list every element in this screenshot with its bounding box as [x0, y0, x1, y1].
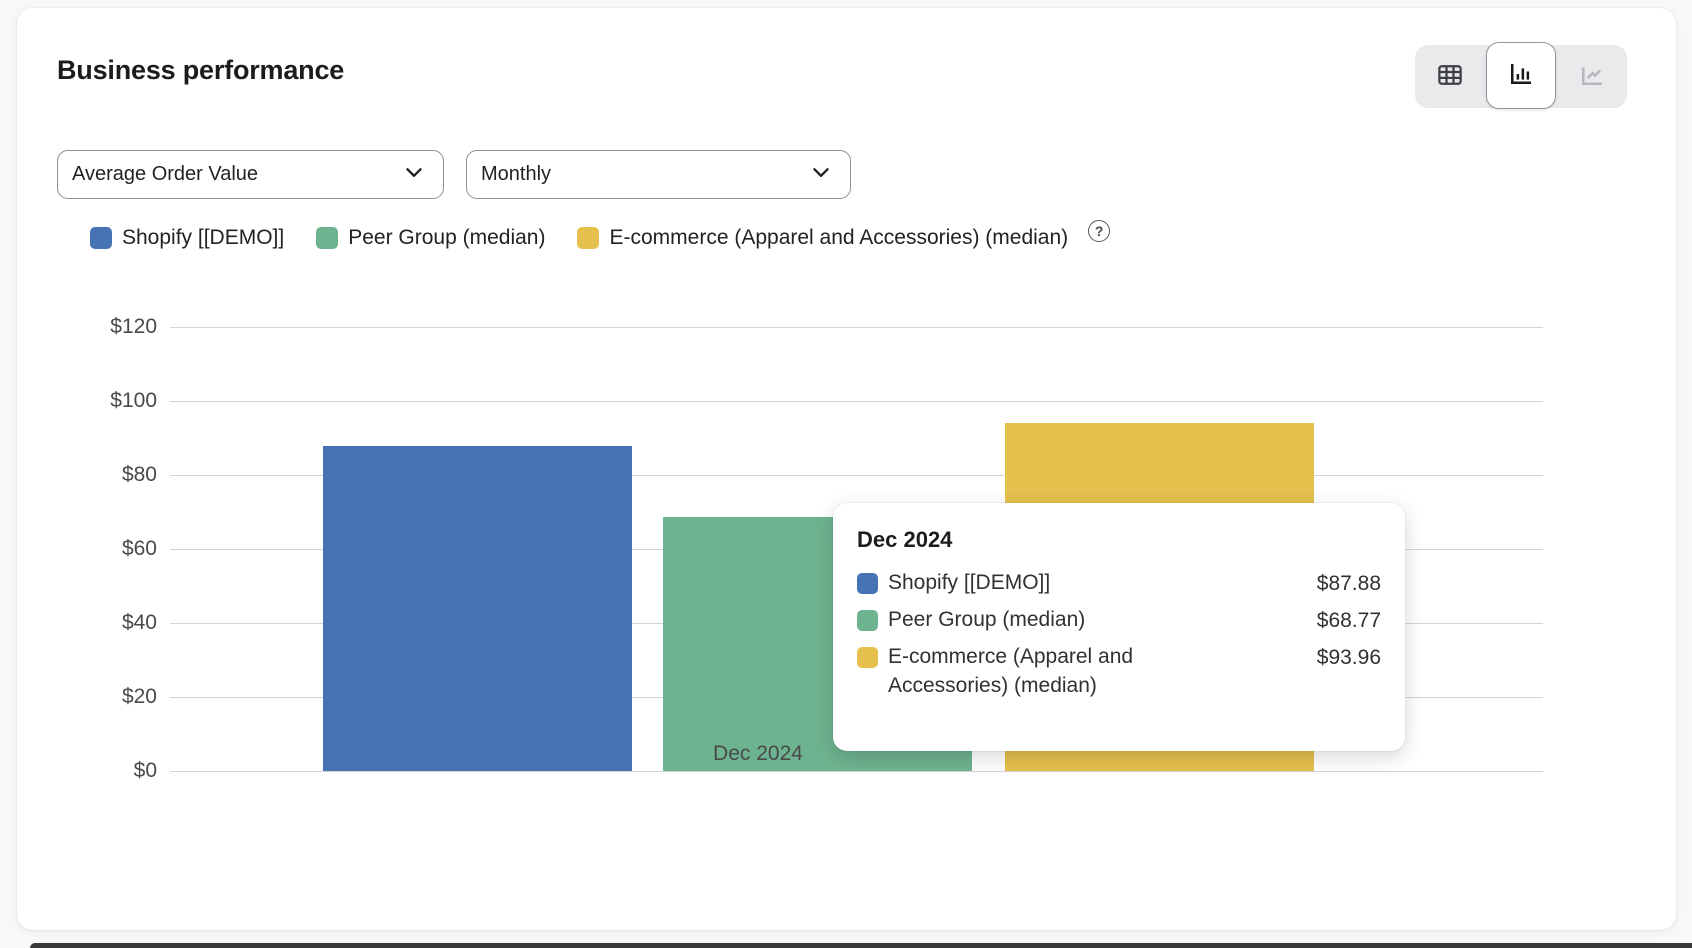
gridline: [170, 771, 1543, 772]
business-performance-card: Business performance: [17, 8, 1676, 930]
period-select-value: Monthly: [481, 163, 551, 186]
legend-swatch: [316, 227, 338, 249]
y-tick-label: $0: [134, 759, 157, 783]
y-tick-label: $120: [110, 315, 157, 339]
legend-swatch: [90, 227, 112, 249]
y-tick-label: $40: [122, 611, 157, 635]
y-tick-label: $80: [122, 463, 157, 487]
legend-label: Peer Group (median): [348, 226, 545, 250]
chart-tooltip: Dec 2024 Shopify [[DEMO]] $87.88 Peer Grou…: [833, 503, 1405, 751]
line-chart-icon: [1577, 60, 1607, 93]
chart-legend: Shopify [[DEMO]] Peer Group (median) E-com…: [90, 226, 1110, 250]
y-axis: $0$20$40$60$80$100$120: [17, 327, 157, 771]
legend-swatch: [577, 227, 599, 249]
legend-item-shopify-demo[interactable]: Shopify [[DEMO]]: [90, 226, 284, 250]
tooltip-row-shopify-demo: Shopify [[DEMO]] $87.88: [857, 569, 1381, 599]
bar-chart-view-button[interactable]: [1486, 42, 1556, 109]
page-title: Business performance: [57, 55, 344, 86]
legend-label: Shopify [[DEMO]]: [122, 226, 284, 250]
bottom-panel-edge: [30, 943, 1692, 948]
tooltip-title: Dec 2024: [857, 527, 1381, 553]
chevron-down-icon: [808, 159, 834, 190]
legend-item-e-commerce-apparel-and-accessories-median[interactable]: E-commerce (Apparel and Accessories) (me…: [577, 226, 1068, 250]
metric-select-value: Average Order Value: [72, 163, 258, 186]
tooltip-label: E-commerce (Apparel and Accessories) (me…: [888, 643, 1198, 701]
y-tick-label: $20: [122, 685, 157, 709]
y-tick-label: $60: [122, 537, 157, 561]
metric-select[interactable]: Average Order Value: [57, 150, 444, 199]
help-icon[interactable]: ?: [1088, 220, 1110, 242]
tooltip-swatch: [857, 573, 878, 594]
gridline: [170, 327, 1543, 328]
tooltip-value: $87.88: [1317, 569, 1381, 599]
bar-shopify-demo[interactable]: [323, 446, 632, 771]
legend-item-peer-group-median[interactable]: Peer Group (median): [316, 226, 545, 250]
table-icon: [1435, 60, 1465, 93]
tooltip-swatch: [857, 647, 878, 668]
y-tick-label: $100: [110, 389, 157, 413]
tooltip-swatch: [857, 610, 878, 631]
tooltip-label: Peer Group (median): [888, 606, 1085, 635]
line-chart-view-button[interactable]: [1557, 45, 1627, 108]
gridline: [170, 401, 1543, 402]
chevron-down-icon: [401, 159, 427, 190]
period-select[interactable]: Monthly: [466, 150, 851, 199]
table-view-button[interactable]: [1415, 45, 1485, 108]
tooltip-value: $93.96: [1317, 643, 1381, 673]
tooltip-row-peer-group-median: Peer Group (median) $68.77: [857, 606, 1381, 636]
tooltip-label: Shopify [[DEMO]]: [888, 569, 1050, 598]
legend-label: E-commerce (Apparel and Accessories) (me…: [609, 226, 1068, 250]
bar-chart-icon: [1506, 59, 1536, 92]
tooltip-row-e-commerce-apparel-and-accessories-median: E-commerce (Apparel and Accessories) (me…: [857, 643, 1381, 701]
view-toggle: [1415, 45, 1627, 108]
tooltip-value: $68.77: [1317, 606, 1381, 636]
